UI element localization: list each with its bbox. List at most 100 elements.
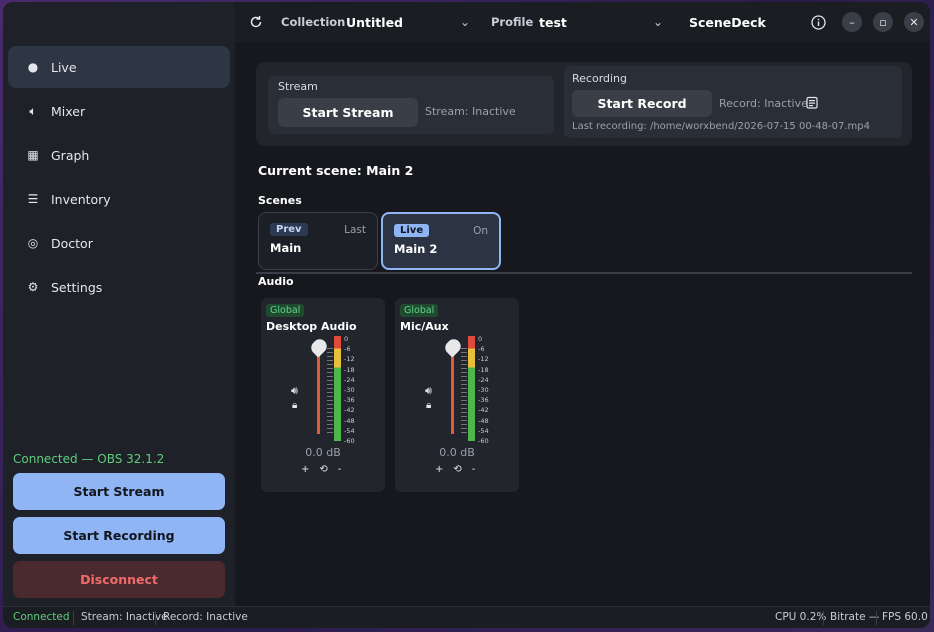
list-icon: ☰ (27, 192, 39, 206)
mixer-card-mic-aux: Global Mic/Aux 🔊︎ 🔒︎ 0 -6 -12 -18 -24 -30 -36-… (395, 298, 519, 492)
sidebar-item-label: Doctor (51, 235, 93, 251)
level-meter (334, 336, 341, 441)
sidebar-item-label: Mixer (51, 103, 86, 119)
collection-label: Collection (281, 15, 346, 29)
sidebar-item-mixer[interactable]: 🔈︎ Mixer (8, 90, 230, 132)
grid-icon: ▦ (27, 148, 39, 162)
chevron-down-icon[interactable]: ⌄ (653, 2, 663, 42)
last-recording-path: Last recording: /home/worxbend/2026-07-1… (572, 121, 870, 132)
sidebar-item-label: Inventory (51, 191, 111, 207)
prev-badge: Prev (270, 223, 308, 236)
sidebar-item-graph[interactable]: ▦ Graph (8, 134, 230, 176)
audio-heading: Audio (258, 275, 294, 288)
clipboard-icon[interactable] (806, 96, 818, 112)
reset-icon[interactable]: ⟲ (453, 464, 461, 475)
status-connected: Connected (13, 611, 70, 623)
scene-tag: Last (344, 224, 366, 236)
live-badge: Live (394, 224, 430, 237)
sidebar-item-doctor[interactable]: ◎ Doctor (8, 222, 230, 264)
stream-card: Stream Start Stream Stream: Inactive (268, 76, 554, 134)
scene-card-main-2[interactable]: Live On Main 2 (381, 212, 501, 270)
lock-icon[interactable]: 🔒︎ (292, 400, 297, 411)
global-badge: Global (400, 304, 439, 317)
scene-tag: On (473, 225, 488, 237)
meter-scale: 0 -6 -12 -18 -24 -30 -36 -42 -48 -54 -60 (478, 335, 489, 446)
disconnect-button[interactable]: Disconnect (13, 561, 225, 598)
source-name: Desktop Audio (266, 320, 357, 333)
sidebar-item-label: Settings (51, 279, 103, 295)
minimize-button[interactable]: – (842, 12, 862, 32)
sidebar: ● Live 🔈︎ Mixer ▦ Graph ☰ Inventory ◎ Do… (3, 2, 235, 606)
mixer-controls: + ⟲ - (435, 464, 475, 475)
recording-title: Recording (572, 72, 628, 85)
minus-icon[interactable]: - (338, 464, 342, 475)
close-button[interactable]: ✕ (904, 12, 924, 32)
refresh-icon[interactable] (249, 2, 263, 42)
stream-title: Stream (278, 80, 318, 93)
plus-icon[interactable]: + (435, 464, 443, 475)
sidebar-item-settings[interactable]: ⚙ Settings (8, 266, 230, 308)
main-content: Stream Start Stream Stream: Inactive Rec… (235, 42, 930, 606)
divider (155, 611, 156, 625)
volume-fader-track[interactable] (451, 348, 454, 434)
level-meter (468, 336, 475, 441)
output-panel: Stream Start Stream Stream: Inactive Rec… (256, 62, 912, 146)
profile-label: Profile (491, 15, 534, 29)
speaker-icon: 🔈︎ (29, 103, 37, 118)
divider (876, 611, 877, 625)
plus-icon[interactable]: + (301, 464, 309, 475)
divider (73, 611, 74, 625)
status-bar: Connected Stream: Inactive Record: Inact… (3, 606, 930, 628)
start-stream-card-button[interactable]: Start Stream (278, 98, 418, 127)
scene-card-main[interactable]: Prev Last Main (258, 212, 378, 270)
scene-name: Main (270, 241, 302, 255)
sidebar-nav: ● Live 🔈︎ Mixer ▦ Graph ☰ Inventory ◎ Do… (8, 46, 230, 310)
current-scene-heading: Current scene: Main 2 (258, 163, 414, 178)
status-cpu: CPU 0.2% (775, 611, 827, 623)
record-status: Record: Inactive (719, 97, 808, 110)
chevron-down-icon[interactable]: ⌄ (460, 2, 470, 42)
sidebar-item-live[interactable]: ● Live (8, 46, 230, 88)
divider (823, 611, 824, 625)
lock-icon[interactable]: 🔒︎ (426, 400, 431, 411)
fader-ticks (327, 348, 333, 438)
mixer-card-desktop-audio: Global Desktop Audio 🔊︎ 🔒︎ 0 -6 -12 -18 -24-… (261, 298, 385, 492)
app-name: SceneDeck (689, 14, 766, 30)
start-recording-button[interactable]: Start Recording (13, 517, 225, 554)
connection-status: Connected — OBS 32.1.2 (13, 452, 165, 466)
source-name: Mic/Aux (400, 320, 449, 333)
status-bitrate: Bitrate — (830, 611, 880, 623)
speaker-icon[interactable]: 🔊︎ (425, 384, 432, 398)
collection-select[interactable]: Untitled (346, 2, 476, 42)
divider (256, 272, 912, 274)
sidebar-item-label: Graph (51, 147, 90, 163)
status-fps: FPS 60.0 (882, 611, 928, 623)
scenes-heading: Scenes (258, 194, 302, 207)
scene-name: Main 2 (394, 242, 438, 256)
profile-value: test (539, 14, 567, 30)
minus-icon[interactable]: - (472, 464, 476, 475)
maximize-button[interactable]: ▫ (873, 12, 893, 32)
db-readout: 0.0 dB (439, 446, 475, 459)
global-badge: Global (266, 304, 305, 317)
start-record-button[interactable]: Start Record (572, 90, 712, 117)
recording-card: Recording Start Record Record: Inactive … (564, 66, 902, 138)
meter-scale: 0 -6 -12 -18 -24 -30 -36 -42 -48 -54 -60 (344, 335, 355, 446)
status-record: Record: Inactive (163, 611, 248, 623)
speaker-icon[interactable]: 🔊︎ (291, 384, 298, 398)
sidebar-item-inventory[interactable]: ☰ Inventory (8, 178, 230, 220)
db-readout: 0.0 dB (305, 446, 341, 459)
profile-select[interactable]: test (539, 2, 659, 42)
dot-icon: ● (27, 60, 39, 74)
info-icon[interactable] (811, 2, 826, 42)
stream-status: Stream: Inactive (425, 105, 516, 118)
fader-ticks (461, 348, 467, 438)
volume-fader-track[interactable] (317, 348, 320, 434)
reset-icon[interactable]: ⟲ (319, 464, 327, 475)
collection-value: Untitled (346, 14, 403, 30)
start-stream-button[interactable]: Start Stream (13, 473, 225, 510)
sidebar-item-label: Live (51, 59, 77, 75)
check-circle-icon: ◎ (27, 236, 39, 250)
app-window: ● Live 🔈︎ Mixer ▦ Graph ☰ Inventory ◎ Do… (3, 2, 930, 628)
mixer-controls: + ⟲ - (301, 464, 341, 475)
